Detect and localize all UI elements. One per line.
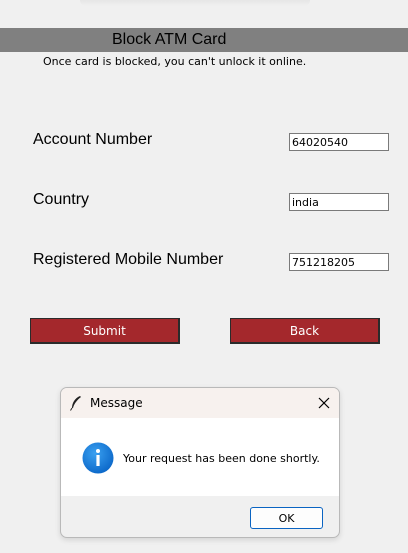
ok-button[interactable]: OK [250,507,323,529]
close-icon[interactable] [317,395,331,409]
dialog-message: Your request has been done shortly. [123,452,320,465]
dialog-title: Message [90,396,143,410]
mobile-number-input[interactable] [289,253,389,271]
country-input[interactable] [289,193,389,211]
mobile-number-label: Registered Mobile Number [33,251,224,268]
dialog-titlebar[interactable]: Message [61,388,339,418]
dialog-body: Your request has been done shortly. [61,418,339,496]
page-title: Block ATM Card [112,31,227,48]
message-dialog: Message Your request has been done short… [60,387,340,538]
window-top-edge [80,0,310,6]
info-icon [82,442,114,474]
account-number-input[interactable] [289,133,389,151]
feather-icon [69,395,83,411]
submit-button[interactable]: Submit [30,318,180,344]
country-label: Country [33,191,90,208]
back-button[interactable]: Back [230,318,380,344]
account-number-label: Account Number [33,131,153,148]
block-warning-text: Once card is blocked, you can't unlock i… [43,55,307,68]
